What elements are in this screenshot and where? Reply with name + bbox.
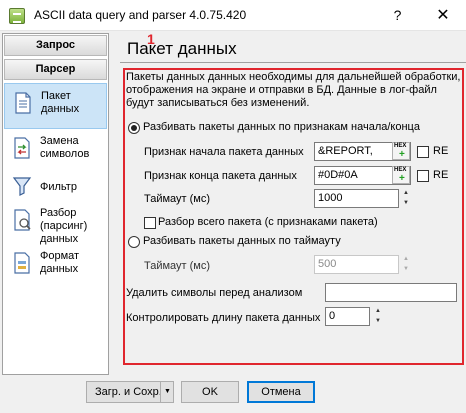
sidebar-item-parsing[interactable]: Разбор (парсинг) данных — [4, 201, 107, 247]
button-separator — [160, 382, 161, 402]
plus-icon: + — [399, 173, 405, 184]
tab-parser[interactable]: Парсер — [4, 59, 107, 80]
end-marker-re-label: RE — [433, 169, 449, 181]
document-icon — [15, 92, 31, 114]
annotation-marker: 1 — [147, 31, 155, 47]
window-body: Запрос Парсер Пакет данных Замена символ… — [0, 31, 466, 413]
end-marker-label: Признак конца пакета данных — [144, 170, 297, 182]
load-save-label: Загр. и Сохр. — [95, 386, 162, 398]
timeout2-spinner[interactable]: ▲ ▼ — [400, 255, 412, 274]
spin-up-icon[interactable]: ▲ — [400, 189, 412, 198]
timeout-spinner[interactable]: ▲ ▼ — [400, 189, 412, 208]
start-marker-re-label: RE — [433, 145, 449, 157]
spin-up-icon[interactable]: ▲ — [372, 307, 384, 316]
remove-chars-input[interactable] — [325, 283, 457, 302]
dropdown-arrow-icon[interactable]: ▼ — [164, 382, 171, 402]
end-marker-re-checkbox[interactable] — [417, 170, 429, 182]
title-bar: ASCII data query and parser 4.0.75.420 ?… — [0, 0, 466, 31]
check-length-spinner[interactable]: ▲ ▼ — [372, 307, 384, 326]
sidebar-item-label: Разбор (парсинг) данных — [40, 207, 88, 245]
sidebar-item-label: Пакет данных — [41, 90, 80, 115]
cancel-button[interactable]: Отмена — [247, 381, 315, 403]
sidebar-item-data-packet[interactable]: Пакет данных — [4, 83, 107, 129]
sidebar-item-label: Формат данных — [40, 250, 80, 275]
remove-chars-label: Удалить символы перед анализом — [126, 287, 303, 299]
replace-icon — [14, 137, 30, 159]
description-text: Пакеты данных данных необходимы для даль… — [126, 71, 461, 109]
page-title: Пакет данных — [127, 39, 237, 58]
timeout-label: Таймаут (мс) — [144, 193, 211, 205]
start-marker-label: Признак начала пакета данных — [144, 146, 304, 158]
radio-split-by-timeout-label: Разбивать пакеты данных по таймауту — [143, 235, 341, 247]
sidebar: Запрос Парсер Пакет данных Замена символ… — [2, 33, 109, 375]
timeout-input[interactable]: 1000 — [314, 189, 399, 208]
radio-split-by-markers[interactable] — [128, 122, 140, 134]
ok-button[interactable]: OK — [181, 381, 239, 403]
tab-zapros[interactable]: Запрос — [4, 35, 107, 56]
spin-down-icon[interactable]: ▼ — [400, 265, 412, 274]
radio-split-by-timeout[interactable] — [128, 236, 140, 248]
load-save-button[interactable]: Загр. и Сохр. ▼ — [86, 381, 174, 403]
parse-whole-packet-checkbox[interactable] — [144, 217, 156, 229]
close-button[interactable]: ✕ — [420, 0, 466, 31]
app-icon — [9, 8, 25, 24]
filter-funnel-icon — [12, 177, 32, 196]
title-divider — [120, 62, 466, 63]
timeout2-input[interactable]: 500 — [314, 255, 399, 274]
window-title: ASCII data query and parser 4.0.75.420 — [34, 8, 247, 22]
check-length-label: Контролировать длину пакета данных — [126, 312, 321, 324]
parse-document-icon — [14, 209, 31, 231]
help-button[interactable]: ? — [375, 0, 420, 31]
start-marker-hex-button[interactable]: HEX + — [392, 142, 410, 160]
parse-whole-packet-label: Разбор всего пакета (с признаками пакета… — [158, 216, 378, 228]
format-document-icon — [14, 252, 30, 274]
sidebar-item-label: Фильтр — [40, 181, 77, 193]
spin-up-icon[interactable]: ▲ — [400, 255, 412, 264]
spin-down-icon[interactable]: ▼ — [400, 199, 412, 208]
radio-split-by-markers-label: Разбивать пакеты данных по признакам нач… — [143, 121, 420, 133]
check-length-input[interactable]: 0 — [325, 307, 370, 326]
sidebar-item-label: Замена символов — [40, 135, 90, 160]
end-marker-hex-button[interactable]: HEX + — [392, 166, 410, 184]
timeout2-label: Таймаут (мс) — [144, 260, 211, 272]
plus-icon: + — [399, 149, 405, 160]
start-marker-re-checkbox[interactable] — [417, 146, 429, 158]
spin-down-icon[interactable]: ▼ — [372, 317, 384, 326]
sidebar-item-data-format[interactable]: Формат данных — [4, 244, 107, 290]
